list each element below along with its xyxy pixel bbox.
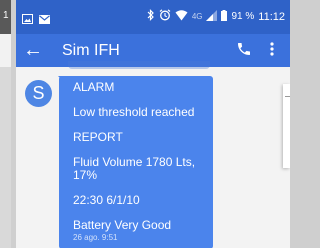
alarm-icon	[159, 9, 171, 24]
battery-percent: 91 %	[231, 11, 255, 22]
messaging-app-card: 4G 91 % 11:12 ← Sim IFH S ALARM Low thre…	[16, 0, 290, 248]
arrow-back-icon[interactable]: ←	[23, 38, 43, 62]
phone-icon[interactable]	[236, 41, 256, 61]
bubble-tail	[58, 76, 66, 84]
peek-divider	[285, 96, 290, 97]
message-line: Low threshold reached	[73, 105, 195, 119]
next-app-card-peek[interactable]	[283, 84, 290, 168]
avatar[interactable]: S	[25, 80, 52, 107]
message-bubble[interactable]: ALARM Low threshold reached REPORT Fluid…	[58, 76, 213, 248]
message-line: REPORT	[73, 130, 123, 144]
message-line: 22:30 6/1/10	[73, 193, 140, 207]
conversation-title: Sim IFH	[62, 42, 120, 59]
message-line: ALARM	[73, 80, 115, 94]
previous-app-card[interactable]: 1	[0, 0, 11, 248]
gallery-icon	[22, 11, 33, 29]
previous-app-clock-fragment: 1	[3, 10, 9, 21]
signal-icon	[206, 9, 218, 24]
message-line: Fluid Volume 1780 Lts, 17%	[73, 155, 196, 182]
status-bar-notifications	[22, 11, 50, 29]
status-bar-system: 4G 91 % 11:12	[147, 9, 285, 24]
previous-app-status-bar: 1	[0, 0, 11, 34]
overflow-menu-icon[interactable]	[270, 41, 278, 61]
conversation-thread[interactable]: S ALARM Low threshold reached REPORT Flu…	[16, 61, 290, 248]
screen: 1 4G 91 % 11:12 ← Sim IFH S ALARM Low th…	[0, 0, 290, 248]
message-line: Battery Very Good	[73, 218, 172, 232]
previous-app-toolbar	[0, 34, 11, 67]
previous-message-edge	[68, 61, 210, 69]
network-type-label: 4G	[191, 12, 203, 21]
wifi-icon	[175, 9, 188, 24]
battery-icon	[221, 9, 228, 24]
bluetooth-icon	[147, 9, 155, 24]
email-icon	[39, 11, 50, 29]
status-bar: 4G 91 % 11:12	[16, 0, 290, 34]
clock: 11:12	[258, 10, 285, 23]
message-timestamp: 26 ago. 9:51	[73, 233, 118, 242]
